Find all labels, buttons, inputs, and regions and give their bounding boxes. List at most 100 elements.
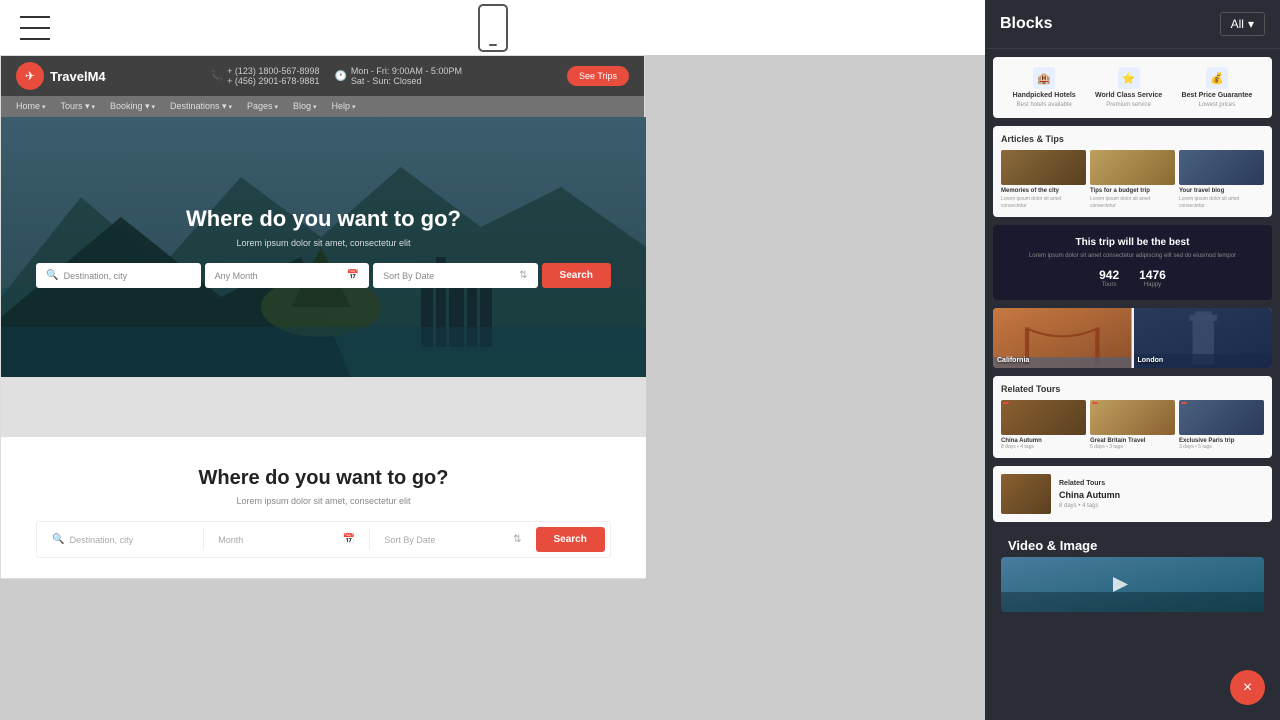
block-card-features[interactable]: 🏨 Handpicked Hotels Best hotels availabl… bbox=[993, 57, 1272, 118]
sort-field-2[interactable]: Sort By Date ⇅ bbox=[374, 527, 531, 552]
tour-item-2: Great Britain Travel 5 days • 3 tags bbox=[1090, 400, 1175, 450]
article-title-2: Tips for a budget trip bbox=[1090, 188, 1175, 194]
block-card-stats[interactable]: This trip will be the best Lorem ipsum d… bbox=[993, 225, 1272, 300]
nav-help[interactable]: Help bbox=[332, 101, 356, 112]
article-item-1: Memories of the city Lorem ipsum dolor s… bbox=[1001, 150, 1086, 209]
stat-happy-label: Happy bbox=[1139, 282, 1166, 288]
hamburger-icon[interactable] bbox=[20, 16, 50, 40]
nav-tours[interactable]: Tours ▾ bbox=[60, 101, 95, 112]
article-item-2: Tips for a budget trip Lorem ipsum dolor… bbox=[1090, 150, 1175, 209]
site-logo: TravelM4 bbox=[16, 62, 106, 90]
nav-blog[interactable]: Blog bbox=[293, 101, 316, 112]
video-block-preview[interactable] bbox=[1001, 557, 1264, 612]
divider-2 bbox=[369, 529, 370, 550]
block-feature-service: ⭐ World Class Service Premium service bbox=[1095, 67, 1162, 108]
location-icon: 🔍 bbox=[46, 270, 58, 281]
destination-california-label: California bbox=[997, 357, 1029, 364]
block-features-content: 🏨 Handpicked Hotels Best hotels availabl… bbox=[993, 57, 1272, 118]
divider-1 bbox=[203, 529, 204, 550]
nav-home[interactable]: Home bbox=[16, 101, 45, 112]
blocks-title: Blocks bbox=[1000, 15, 1052, 33]
tour-sub-2: 5 days • 3 tags bbox=[1090, 444, 1175, 450]
stats-subtitle: Lorem ipsum dolor sit amet consectetur a… bbox=[1003, 252, 1262, 260]
hotel-sub: Best hotels available bbox=[1017, 102, 1072, 108]
block-feature-hotels: 🏨 Handpicked Hotels Best hotels availabl… bbox=[1013, 67, 1076, 108]
tour-img-3 bbox=[1179, 400, 1264, 435]
search-bar: 🔍 Destination, city Any Month 📅 Sort By … bbox=[36, 263, 611, 288]
tour-sub-3: 3 days • 5 tags bbox=[1179, 444, 1264, 450]
single-tour-text: Related Tours China Autumn 8 days • 4 ta… bbox=[1059, 480, 1264, 509]
related-tours-title: Related Tours bbox=[1001, 384, 1264, 394]
sort-icon-2: ⇅ bbox=[513, 534, 521, 545]
left-panel: TravelM4 📞 + (123) 1800-567-8998 + (456)… bbox=[0, 0, 985, 720]
destination-field[interactable]: 🔍 Destination, city bbox=[36, 263, 200, 288]
single-tour-img bbox=[1001, 474, 1051, 514]
search-icon-2: 🔍 bbox=[52, 534, 64, 545]
destination-london: London bbox=[1134, 308, 1273, 368]
month-field[interactable]: Any Month 📅 bbox=[205, 263, 369, 288]
stat-happy-number: 1476 bbox=[1139, 268, 1166, 282]
price-sub: Lowest prices bbox=[1199, 102, 1236, 108]
nav-booking[interactable]: Booking ▾ bbox=[110, 101, 155, 112]
block-card-related-tours[interactable]: Related Tours China Autumn 8 days • 4 ta… bbox=[993, 376, 1272, 458]
contact-hours: 🕐 Mon - Fri: 9:00AM - 5:00PM Sat - Sun: … bbox=[334, 66, 462, 86]
calendar-icon-2: 📅 bbox=[343, 534, 355, 545]
single-tour-name: China Autumn bbox=[1059, 490, 1264, 500]
right-panel-header: Blocks All ▾ bbox=[985, 0, 1280, 49]
block-card-destinations[interactable]: California bbox=[993, 308, 1272, 368]
main-content: TravelM4 📞 + (123) 1800-567-8998 + (456)… bbox=[0, 55, 985, 720]
block-card-articles[interactable]: Articles & Tips Memories of the city Lor… bbox=[993, 126, 1272, 217]
sort-field[interactable]: Sort By Date ⇅ bbox=[373, 263, 537, 288]
tour-img-2 bbox=[1090, 400, 1175, 435]
article-img-3 bbox=[1179, 150, 1264, 185]
see-trips-button[interactable]: See Trips bbox=[567, 66, 629, 86]
tour-sub-1: 8 days • 4 tags bbox=[1001, 444, 1086, 450]
phone-icon: 📞 bbox=[211, 71, 223, 82]
sort-icon: ⇅ bbox=[519, 270, 527, 281]
block-single-tour-content: Related Tours China Autumn 8 days • 4 ta… bbox=[993, 466, 1272, 522]
tour-tag-2 bbox=[1092, 402, 1098, 404]
service-sub: Premium service bbox=[1106, 102, 1151, 108]
block-destinations-content: California bbox=[993, 308, 1272, 368]
stat-happy: 1476 Happy bbox=[1139, 268, 1166, 288]
section2-title: Where do you want to go? bbox=[21, 467, 626, 490]
dropdown-arrow-icon: ▾ bbox=[1248, 17, 1254, 31]
site-logo-text: TravelM4 bbox=[50, 69, 106, 84]
website-preview: TravelM4 📞 + (123) 1800-567-8998 + (456)… bbox=[0, 55, 645, 579]
clock-icon: 🕐 bbox=[334, 71, 346, 82]
stat-tours-number: 942 bbox=[1099, 268, 1119, 282]
block-articles-content: Articles & Tips Memories of the city Lor… bbox=[993, 126, 1272, 217]
contact-phone: 📞 + (123) 1800-567-8998 + (456) 2901-678… bbox=[211, 66, 320, 86]
month-field-2[interactable]: Month 📅 bbox=[208, 527, 365, 552]
price-icon: 💰 bbox=[1206, 67, 1228, 89]
destination-london-label: London bbox=[1138, 357, 1164, 364]
tour-item-1: China Autumn 8 days • 4 tags bbox=[1001, 400, 1086, 450]
block-stats-content: This trip will be the best Lorem ipsum d… bbox=[993, 225, 1272, 300]
stat-tours-label: Tours bbox=[1099, 282, 1119, 288]
nav-pages[interactable]: Pages bbox=[247, 101, 278, 112]
nav-destinations[interactable]: Destinations ▾ bbox=[170, 101, 232, 112]
contact-phone-text: + (123) 1800-567-8998 + (456) 2901-678-9… bbox=[227, 66, 319, 86]
hotel-label: Handpicked Hotels bbox=[1013, 92, 1076, 99]
stats-title: This trip will be the best bbox=[1003, 237, 1262, 248]
article-title-1: Memories of the city bbox=[1001, 188, 1086, 194]
article-text-2: Lorem ipsum dolor sit amet consectetur bbox=[1090, 196, 1175, 209]
article-item-3: Your travel blog Lorem ipsum dolor sit a… bbox=[1179, 150, 1264, 209]
all-dropdown-button[interactable]: All ▾ bbox=[1220, 12, 1265, 36]
search-button-2[interactable]: Search bbox=[536, 527, 605, 552]
close-button[interactable]: × bbox=[1230, 670, 1265, 705]
search-button[interactable]: Search bbox=[542, 263, 611, 288]
block-related-tours-content: Related Tours China Autumn 8 days • 4 ta… bbox=[993, 376, 1272, 458]
stats-row: 942 Tours 1476 Happy bbox=[1003, 268, 1262, 288]
search-bar-2: 🔍 Destination, city Month 📅 Sort By Date… bbox=[36, 521, 611, 558]
section-white: Where do you want to go? Lorem ipsum dol… bbox=[1, 437, 646, 578]
calendar-icon: 📅 bbox=[347, 270, 359, 281]
price-label: Best Price Guarantee bbox=[1182, 92, 1253, 99]
article-img-2 bbox=[1090, 150, 1175, 185]
article-img-1 bbox=[1001, 150, 1086, 185]
articles-title: Articles & Tips bbox=[1001, 134, 1264, 144]
block-card-single-tour[interactable]: Related Tours China Autumn 8 days • 4 ta… bbox=[993, 466, 1272, 522]
block-feature-price: 💰 Best Price Guarantee Lowest prices bbox=[1182, 67, 1253, 108]
destination-field-2[interactable]: 🔍 Destination, city bbox=[42, 527, 199, 552]
tour-item-3: Exclusive Paris trip 3 days • 5 tags bbox=[1179, 400, 1264, 450]
